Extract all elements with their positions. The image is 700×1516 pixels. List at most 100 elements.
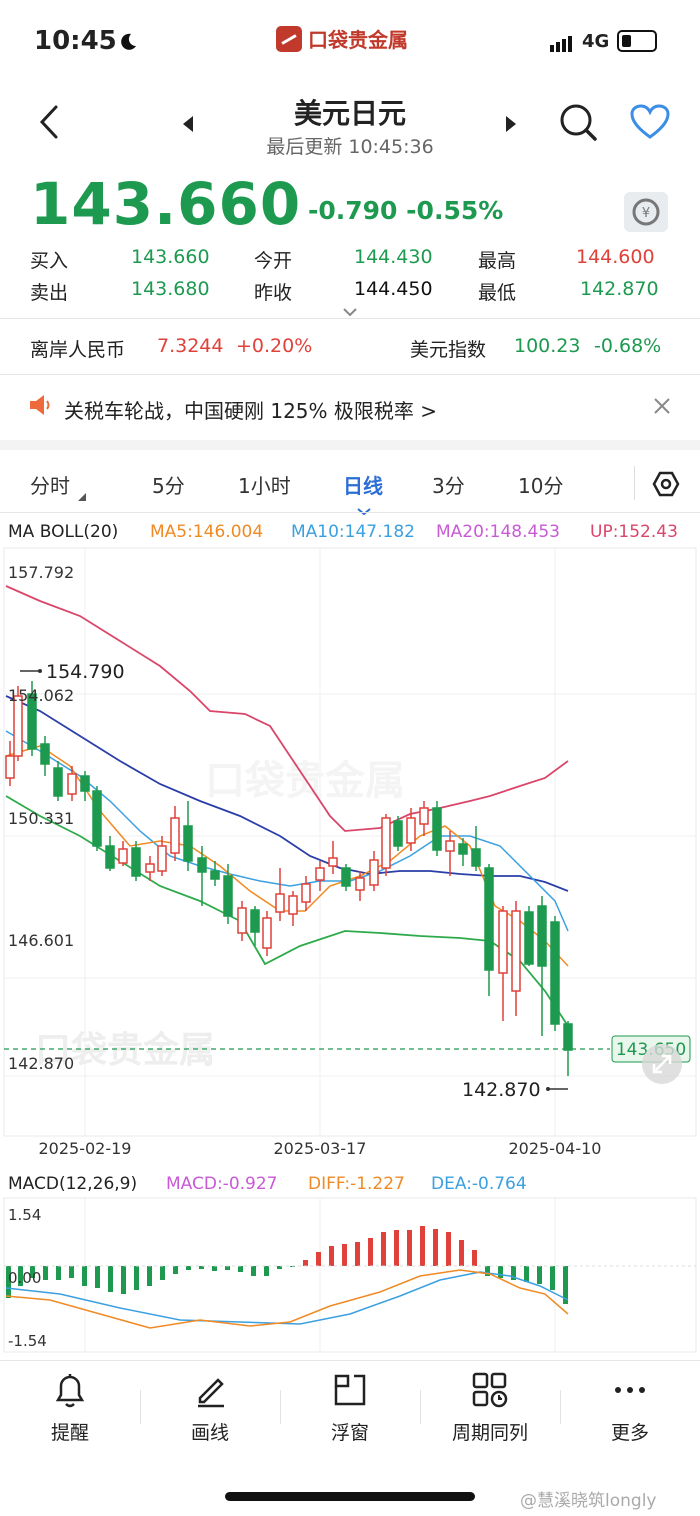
signal-icon <box>550 31 574 52</box>
currency-convert-icon[interactable]: ¥ <box>624 192 668 232</box>
search-icon[interactable] <box>558 102 598 146</box>
y-label: 142.870 <box>8 1054 74 1073</box>
candles <box>5 681 573 1076</box>
brand-logo-icon <box>276 25 302 52</box>
moon-icon <box>118 32 138 56</box>
brand-logo: 口袋贵金属 <box>276 24 408 53</box>
section-gap <box>0 440 700 450</box>
change-value: -0.790 <box>308 196 398 225</box>
tab-1hour[interactable]: 1小时 <box>238 470 291 499</box>
alert-button[interactable]: 提醒 <box>0 1370 140 1445</box>
alert-label: 提醒 <box>50 1422 89 1444</box>
y-label: 154.062 <box>8 686 74 705</box>
ma5-legend: MA5:146.004 <box>150 522 264 542</box>
prev-close-price: 144.450 <box>354 278 433 300</box>
network-label: 4G <box>582 30 610 52</box>
prev-close-label: 昨收 <box>254 282 293 304</box>
cnh-label[interactable]: 离岸人民币 <box>30 335 125 362</box>
divider <box>0 1360 700 1361</box>
diff-value: DIFF:-1.227 <box>308 1174 405 1194</box>
x-axis-labels: 2025-02-19 2025-03-17 2025-04-10 <box>39 1139 602 1158</box>
float-window-icon <box>334 1374 366 1406</box>
x-label: 2025-03-17 <box>274 1139 367 1158</box>
dxy-label[interactable]: 美元指数 <box>410 335 486 362</box>
macd-title[interactable]: MACD(12,26,9) <box>8 1174 137 1194</box>
more-label: 更多 <box>610 1422 649 1444</box>
tab-3min[interactable]: 3分 <box>432 470 465 499</box>
float-window-button[interactable]: 浮窗 <box>280 1370 420 1445</box>
news-ticker[interactable]: 关税车轮战，中国硬刚 125% 极限税率 > <box>64 395 437 424</box>
battery-icon <box>617 30 658 52</box>
macd-value: MACD:-0.927 <box>166 1174 278 1194</box>
divider <box>0 374 700 375</box>
pencil-icon <box>198 1378 224 1408</box>
max-price-label: 154.790 <box>46 661 125 683</box>
min-price-label: 142.870 <box>462 1079 541 1101</box>
y-axis-labels: 157.792 154.062 150.331 146.601 142.870 <box>8 563 74 1073</box>
bell-icon <box>55 1374 85 1408</box>
buy-price: 143.660 <box>131 246 210 268</box>
macd-y-labels: 1.54 0.00 -1.54 <box>8 1206 47 1350</box>
status-time: 10:45 <box>34 26 117 56</box>
chart-settings-icon[interactable] <box>652 470 680 502</box>
favorite-heart-icon[interactable] <box>630 104 670 144</box>
tab-active-indicator <box>356 500 372 519</box>
indicator-name[interactable]: MA BOLL(20) <box>8 522 118 542</box>
more-dots-icon <box>615 1387 645 1393</box>
high-price: 144.600 <box>576 246 655 268</box>
open-label: 今开 <box>254 250 293 272</box>
more-button[interactable]: 更多 <box>560 1370 700 1445</box>
draw-line-label: 画线 <box>190 1422 229 1444</box>
cnh-value: 7.3244 <box>157 335 224 357</box>
x-label: 2025-04-10 <box>509 1139 602 1158</box>
watermark-credit: @慧溪晓筑longly <box>520 1491 657 1511</box>
low-label: 最低 <box>478 282 517 304</box>
svg-text:¥: ¥ <box>642 206 650 221</box>
next-symbol-icon[interactable] <box>503 114 519 138</box>
period-compare-label: 周期同列 <box>451 1422 528 1444</box>
sell-label: 卖出 <box>30 282 69 304</box>
y-label: 157.792 <box>8 563 74 582</box>
dxy-value: 100.23 <box>514 335 581 357</box>
tab-5min[interactable]: 5分 <box>152 470 185 499</box>
x-label: 2025-02-19 <box>39 1139 132 1158</box>
max-price-marker: 154.790 <box>20 661 125 683</box>
upper-band-legend: UP:152.43 <box>590 522 678 542</box>
candlestick-chart[interactable]: 口袋贵金属 口袋贵金属 157.792 154.062 150.331 146.… <box>0 546 700 1160</box>
low-price: 142.870 <box>580 278 659 300</box>
speaker-icon <box>28 392 54 422</box>
macd-chart[interactable]: 1.54 0.00 -1.54 <box>0 1196 700 1354</box>
home-indicator[interactable] <box>225 1492 475 1501</box>
buy-label: 买入 <box>30 250 69 272</box>
macd-frame <box>3 1197 697 1353</box>
fullscreen-icon[interactable] <box>642 1044 682 1084</box>
tab-10min[interactable]: 10分 <box>518 470 563 499</box>
divider <box>0 318 700 319</box>
sell-price: 143.680 <box>131 278 210 300</box>
tab-divider <box>634 466 635 500</box>
draw-line-button[interactable]: 画线 <box>140 1370 280 1445</box>
chart-watermark: 口袋贵金属 <box>205 758 405 804</box>
close-icon[interactable] <box>652 396 672 420</box>
grid-clock-icon <box>472 1372 508 1408</box>
price-change: -0.790 -0.55% <box>308 196 503 225</box>
tab-timeshare[interactable]: 分时 <box>30 470 70 499</box>
y-label: 146.601 <box>8 931 74 950</box>
dea-value: DEA:-0.764 <box>431 1174 527 1194</box>
diff-line <box>5 1269 569 1329</box>
cnh-change: +0.20% <box>236 335 313 357</box>
ma20-legend: MA20:148.453 <box>436 522 560 542</box>
ma10-legend: MA10:147.182 <box>291 522 415 542</box>
macd-y-label: -1.54 <box>8 1332 47 1350</box>
float-window-label: 浮窗 <box>330 1422 369 1444</box>
current-price: 143.660 <box>30 170 302 238</box>
min-price-marker: 142.870 <box>462 1079 568 1101</box>
dea-line <box>5 1271 569 1325</box>
status-indicators: 4G <box>550 30 658 52</box>
open-price: 144.430 <box>354 246 433 268</box>
y-label: 150.331 <box>8 809 74 828</box>
divider <box>0 512 700 513</box>
dxy-change: -0.68% <box>594 335 662 357</box>
period-compare-button[interactable]: 周期同列 <box>420 1370 560 1445</box>
tab-daily[interactable]: 日线 <box>343 470 383 499</box>
